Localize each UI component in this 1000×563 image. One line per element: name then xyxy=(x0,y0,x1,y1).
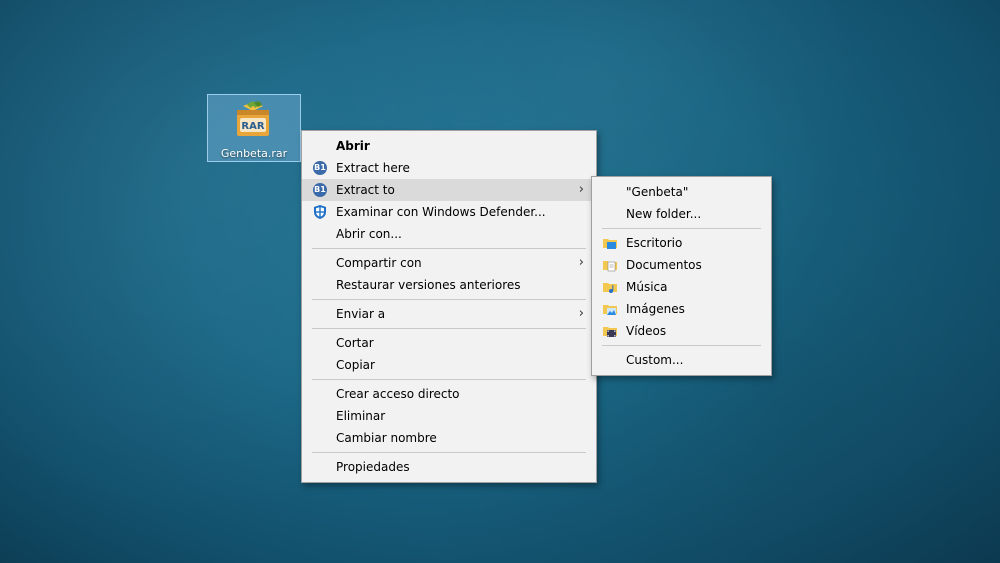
menu-item-crear-acceso-directo[interactable]: Crear acceso directo xyxy=(302,383,596,405)
desktop[interactable]: { "file": {"name": "Genbeta.rar", "icon"… xyxy=(0,0,1000,563)
svg-text:RAR: RAR xyxy=(241,121,264,132)
submenu-item-imagenes[interactable]: Imágenes xyxy=(592,298,771,320)
menu-item-label: Examinar con Windows Defender... xyxy=(336,205,546,219)
menu-item-cortar[interactable]: Cortar xyxy=(302,332,596,354)
submenu-item-musica[interactable]: Música xyxy=(592,276,771,298)
menu-item-label: Extract here xyxy=(336,161,410,175)
menu-item-extract-to[interactable]: B1 Extract to › xyxy=(302,179,596,201)
bandizip-icon: B1 xyxy=(313,161,327,175)
menu-separator xyxy=(312,299,586,300)
submenu-item-label: Escritorio xyxy=(626,236,683,250)
documents-folder-icon xyxy=(603,261,617,272)
submenu-item-label: Vídeos xyxy=(626,324,667,338)
menu-item-restaurar-versiones[interactable]: Restaurar versiones anteriores xyxy=(302,274,596,296)
menu-item-label: Eliminar xyxy=(336,409,386,423)
menu-separator xyxy=(312,248,586,249)
rar-archive-icon: RAR xyxy=(237,101,269,136)
submenu-item-label: Música xyxy=(626,280,668,294)
menu-item-label: Compartir con xyxy=(336,256,422,270)
menu-separator xyxy=(312,328,586,329)
menu-item-eliminar[interactable]: Eliminar xyxy=(302,405,596,427)
submenu-item-escritorio[interactable]: Escritorio xyxy=(592,232,771,254)
desktop-folder-icon xyxy=(603,239,617,249)
menu-item-label: Abrir xyxy=(336,139,370,153)
menu-item-copiar[interactable]: Copiar xyxy=(302,354,596,376)
menu-separator xyxy=(602,228,761,229)
menu-item-windows-defender[interactable]: Examinar con Windows Defender... xyxy=(302,201,596,223)
videos-folder-icon xyxy=(603,327,617,337)
desktop-file-genbeta-rar[interactable]: RAR Genbeta.rar xyxy=(207,94,301,162)
menu-item-compartir-con[interactable]: Compartir con › xyxy=(302,252,596,274)
menu-item-label: Propiedades xyxy=(336,460,410,474)
windows-defender-shield-icon xyxy=(314,205,326,219)
menu-separator xyxy=(602,345,761,346)
menu-item-label: Copiar xyxy=(336,358,375,372)
menu-item-cambiar-nombre[interactable]: Cambiar nombre xyxy=(302,427,596,449)
menu-item-abrir[interactable]: Abrir xyxy=(302,135,596,157)
menu-item-label: Extract to xyxy=(336,183,395,197)
menu-separator xyxy=(312,452,586,453)
menu-item-propiedades[interactable]: Propiedades xyxy=(302,456,596,478)
submenu-item-videos[interactable]: Vídeos xyxy=(592,320,771,342)
submenu-item-new-folder[interactable]: New folder... xyxy=(592,203,771,225)
menu-item-label: Cortar xyxy=(336,336,374,350)
file-name-label: Genbeta.rar xyxy=(220,147,288,160)
menu-item-abrir-con[interactable]: Abrir con... xyxy=(302,223,596,245)
submenu-item-label: Custom... xyxy=(626,353,684,367)
context-menu: Abrir B1 Extract here B1 Extract to › Ex… xyxy=(301,130,597,483)
submenu-item-label: "Genbeta" xyxy=(626,185,689,199)
submenu-item-genbeta[interactable]: "Genbeta" xyxy=(592,181,771,203)
chevron-right-icon: › xyxy=(578,306,584,321)
pictures-folder-icon xyxy=(603,305,617,315)
bandizip-icon: B1 xyxy=(313,183,327,197)
menu-item-extract-here[interactable]: B1 Extract here xyxy=(302,157,596,179)
submenu-item-label: Documentos xyxy=(626,258,702,272)
menu-item-label: Abrir con... xyxy=(336,227,402,241)
menu-separator xyxy=(312,379,586,380)
submenu-item-label: New folder... xyxy=(626,207,702,221)
menu-item-enviar-a[interactable]: Enviar a › xyxy=(302,303,596,325)
menu-item-label: Enviar a xyxy=(336,307,386,321)
chevron-right-icon: › xyxy=(578,182,584,197)
menu-item-label: Cambiar nombre xyxy=(336,431,437,445)
music-folder-icon xyxy=(603,283,617,293)
menu-item-label: Crear acceso directo xyxy=(336,387,460,401)
chevron-right-icon: › xyxy=(578,255,584,270)
submenu-item-custom[interactable]: Custom... xyxy=(592,349,771,371)
submenu-item-documentos[interactable]: Documentos xyxy=(592,254,771,276)
submenu-item-label: Imágenes xyxy=(626,302,685,316)
extract-to-submenu: "Genbeta" New folder... Escritorio Docum… xyxy=(591,176,772,376)
menu-item-label: Restaurar versiones anteriores xyxy=(336,278,521,292)
